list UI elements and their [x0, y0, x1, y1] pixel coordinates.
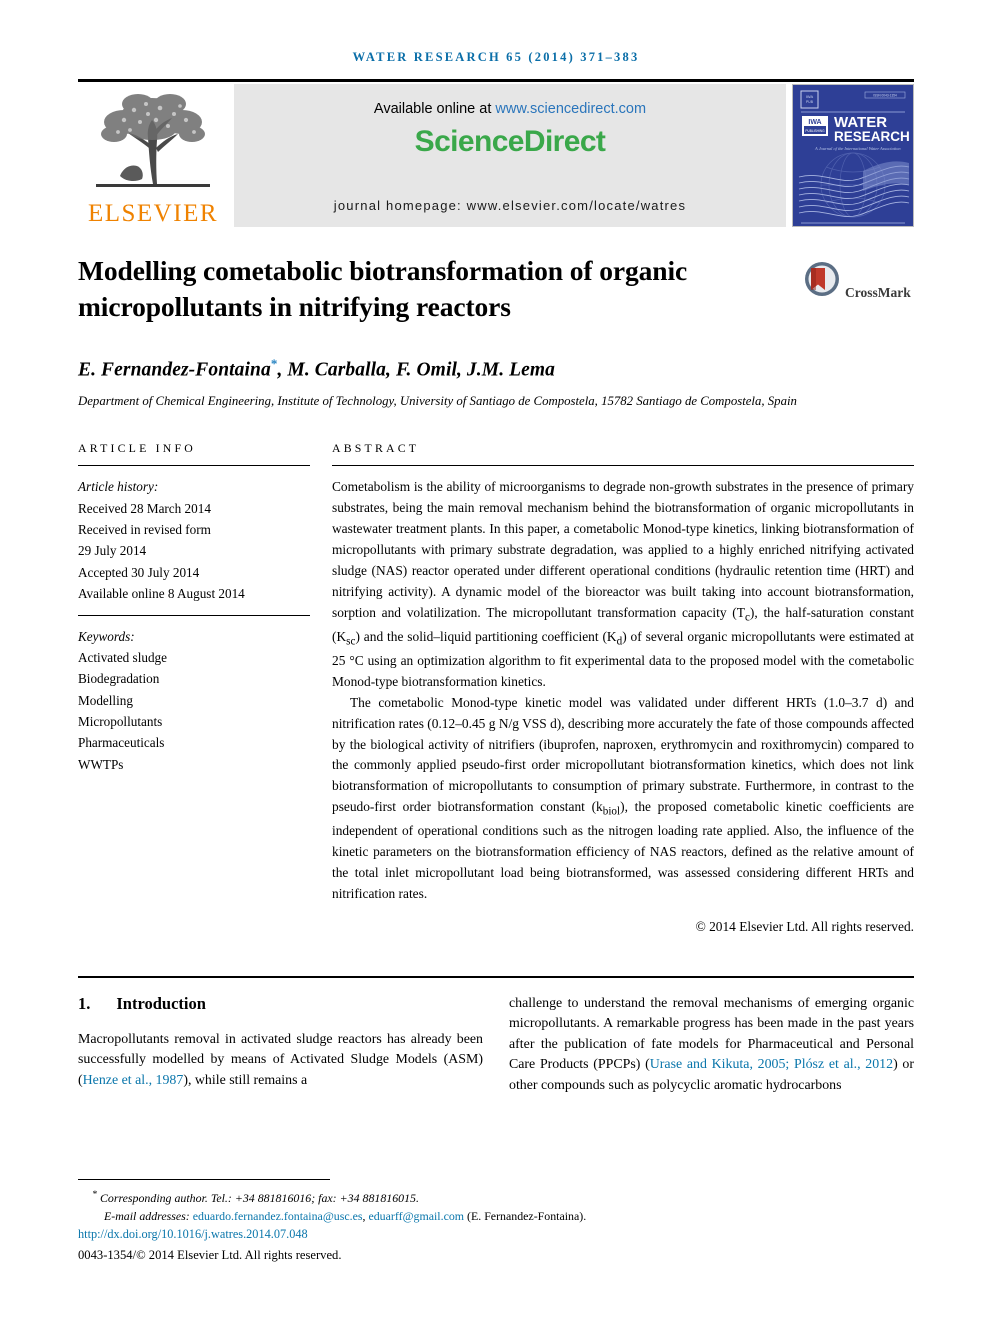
- abstract-body: Cometabolism is the ability of microorga…: [332, 466, 914, 938]
- svg-text:A Journal of the International: A Journal of the International Water Ass…: [814, 146, 901, 151]
- footer-rule: [78, 1179, 330, 1181]
- email-owner: (E. Fernandez-Fontaina).: [464, 1209, 587, 1224]
- crossmark-badge[interactable]: CrossMark: [804, 253, 914, 326]
- affiliation: Department of Chemical Engineering, Inst…: [78, 394, 797, 409]
- footnote-marker: *: [92, 1189, 97, 1201]
- history-item: Accepted 30 July 2014: [78, 564, 200, 580]
- svg-text:IWA: IWA: [806, 94, 814, 99]
- history-item: Received 28 March 2014: [78, 500, 211, 516]
- body-column-right: challenge to understand the removal mech…: [509, 994, 914, 1096]
- elsevier-wordmark: ELSEVIER: [87, 200, 219, 227]
- page-footer: * Corresponding author. Tel.: +34 881816…: [78, 1179, 914, 1265]
- keyword-item: Pharmaceuticals: [78, 735, 165, 751]
- svg-text:PUB: PUB: [806, 100, 814, 104]
- abstract-p1-part-a: Cometabolism is the ability of microorga…: [332, 479, 914, 620]
- history-item: 29 July 2014: [78, 543, 147, 559]
- svg-text:ISSN 0043-1354: ISSN 0043-1354: [873, 94, 897, 98]
- title-container: Modelling cometabolic biotransformation …: [78, 253, 804, 326]
- svg-text:IWA: IWA: [808, 119, 821, 126]
- corresponding-author-note: * Corresponding author. Tel.: +34 881816…: [78, 1187, 914, 1207]
- article-info-column: article info Article history: Received 2…: [78, 441, 310, 938]
- history-item: Available online 8 August 2014: [78, 586, 245, 602]
- keyword-item: Micropollutants: [78, 714, 163, 730]
- doi-link[interactable]: http://dx.doi.org/10.1016/j.watres.2014.…: [78, 1225, 914, 1245]
- journal-masthead: ELSEVIER Available online at www.science…: [78, 79, 914, 231]
- introduction-paragraph-right: challenge to understand the removal mech…: [509, 994, 914, 1096]
- email-link-gmail[interactable]: eduarff@gmail.com: [368, 1209, 464, 1223]
- elsevier-logo: ELSEVIER: [78, 82, 228, 231]
- history-item: Received in revised form: [78, 522, 211, 538]
- email-addresses-line: E-mail addresses: eduardo.fernandez.font…: [78, 1207, 914, 1225]
- info-abstract-section: article info Article history: Received 2…: [78, 441, 914, 938]
- article-info-heading: article info: [78, 441, 196, 456]
- abstract-copyright: © 2014 Elsevier Ltd. All rights reserved…: [695, 918, 914, 934]
- email-link-usc[interactable]: eduardo.fernandez.fontaina@usc.es: [193, 1209, 363, 1223]
- body-columns: 1. Introduction Macropollutants removal …: [78, 994, 914, 1096]
- author-corresponding: E. Fernandez-Fontaina: [78, 359, 271, 381]
- section-number: 1.: [78, 993, 91, 1013]
- keyword-item: Activated sludge: [78, 649, 167, 665]
- abstract-paragraph-1: Cometabolism is the ability of microorga…: [332, 477, 914, 692]
- keyword-item: WWTPs: [78, 756, 124, 772]
- article-history-label: Article history:: [78, 479, 159, 495]
- available-online-line: Available online at www.sciencedirect.co…: [374, 101, 646, 117]
- corresponding-author-text: Corresponding author. Tel.: +34 88181601…: [99, 1191, 419, 1205]
- article-history-block: Article history: Received 28 March 2014 …: [78, 466, 310, 614]
- author-list: E. Fernandez-Fontaina*, M. Carballa, F. …: [78, 356, 914, 382]
- title-row: Modelling cometabolic biotransformation …: [78, 253, 914, 326]
- sciencedirect-url-link[interactable]: www.sciencedirect.com: [495, 101, 646, 117]
- keyword-item: Biodegradation: [78, 671, 160, 687]
- svg-text:RESEARCH: RESEARCH: [834, 129, 910, 144]
- section-heading-introduction: 1. Introduction: [78, 994, 483, 1014]
- keyword-item: Modelling: [78, 692, 133, 708]
- running-head: water research 65 (2014) 371–383: [352, 50, 640, 64]
- svg-text:PUBLISHING: PUBLISHING: [805, 129, 825, 133]
- keywords-block: Keywords: Activated sludge Biodegradatio…: [78, 616, 310, 776]
- intro-left-part-b: ), while still remains a: [183, 1072, 308, 1088]
- journal-article-page: water research 65 (2014) 371–383: [0, 0, 992, 1323]
- crossmark-label: CrossMark: [845, 285, 911, 301]
- journal-cover-image: IWA PUB ISSN 0043-1354 IWA PUBLISHING WA…: [792, 84, 914, 227]
- citation-link-henze[interactable]: Henze et al., 1987: [83, 1073, 184, 1088]
- abstract-column: abstract Cometabolism is the ability of …: [332, 441, 914, 938]
- water-research-cover-graphic: IWA PUB ISSN 0043-1354 IWA PUBLISHING WA…: [793, 85, 913, 226]
- citation-link-urase-plosz[interactable]: Urase and Kikuta, 2005; Plósz et al., 20…: [650, 1057, 893, 1072]
- body-separator-rule: [78, 975, 914, 978]
- sciencedirect-logo[interactable]: ScienceDirect: [415, 125, 606, 159]
- abstract-heading: abstract: [332, 441, 420, 456]
- section-title: Introduction: [116, 993, 206, 1013]
- abstract-p2-part-a: The cometabolic Monod-type kinetic model…: [332, 694, 914, 815]
- issn-copyright-line: 0043-1354/© 2014 Elsevier Ltd. All right…: [78, 1247, 342, 1262]
- abstract-p2-part-b: ), the proposed cometabolic kinetic coef…: [332, 799, 914, 902]
- body-column-left: 1. Introduction Macropollutants removal …: [78, 994, 483, 1096]
- crossmark-icon: [805, 262, 839, 296]
- subscript-kbiol: biol: [602, 805, 621, 818]
- page-title: Modelling cometabolic biotransformation …: [78, 255, 688, 323]
- doi-url[interactable]: http://dx.doi.org/10.1016/j.watres.2014.…: [78, 1227, 308, 1241]
- abstract-p1-part-c: ) and the solid–liquid partitioning coef…: [355, 628, 617, 644]
- introduction-paragraph-left: Macropollutants removal in activated slu…: [78, 1030, 483, 1091]
- keywords-label: Keywords:: [78, 628, 135, 644]
- email-label: E-mail addresses:: [104, 1209, 190, 1224]
- author-list-rest: , M. Carballa, F. Omil, J.M. Lema: [277, 359, 556, 381]
- abstract-paragraph-2: The cometabolic Monod-type kinetic model…: [332, 693, 914, 905]
- journal-homepage-line[interactable]: journal homepage: www.elsevier.com/locat…: [234, 198, 786, 213]
- elsevier-tree-icon: [96, 94, 210, 187]
- sciencedirect-banner: Available online at www.sciencedirect.co…: [234, 84, 786, 227]
- available-online-prefix: Available online at: [373, 101, 496, 117]
